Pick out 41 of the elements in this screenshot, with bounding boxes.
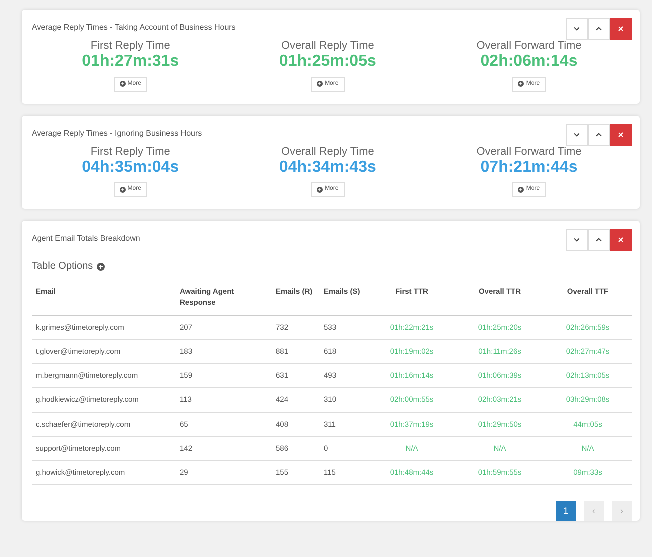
table-options-label: Table Options (32, 260, 94, 274)
chevron-down-icon (573, 25, 581, 33)
expand-button[interactable] (588, 18, 610, 40)
chevron-down-icon (573, 236, 581, 244)
stat-label: First Reply Time (90, 40, 170, 54)
close-button[interactable] (610, 229, 632, 252)
close-icon (617, 130, 625, 139)
plus-icon (97, 262, 106, 271)
plus-icon (120, 81, 126, 88)
chevron-up-icon (595, 25, 603, 33)
stat-value: 04h:35m:04s (82, 158, 180, 178)
stat-label: Overall Forward Time (476, 40, 582, 54)
page-button[interactable]: 1 (556, 501, 576, 522)
stat-label: First Reply Time (90, 146, 170, 159)
close-icon (617, 236, 625, 244)
panel-title: Agent Email Totals Breakdown (32, 233, 140, 246)
plus-icon (317, 81, 324, 88)
collapse-button[interactable] (566, 18, 588, 40)
panel-title: Average Reply Times - Taking Account of Business Hours (32, 22, 236, 34)
close-button[interactable] (610, 18, 632, 40)
stat-label: Overall Reply Time (281, 40, 374, 54)
stat-value: 01h:27m:31s (82, 53, 180, 72)
close-icon (617, 25, 625, 33)
stat-label: Overall Forward Time (476, 146, 582, 159)
chevron-up-icon (595, 130, 603, 139)
plus-icon (518, 81, 524, 88)
plus-icon (317, 186, 324, 193)
stat-value: 07h:21m:44s (480, 158, 578, 178)
panel-title: Average Reply Times - Ignoring Business Hours (32, 128, 202, 140)
stat-label: Overall Reply Time (281, 146, 374, 159)
stat-value: 04h:34m:43s (279, 158, 376, 178)
plus-icon (518, 186, 524, 193)
table-options-toggle[interactable] (97, 262, 106, 271)
stat-value: 01h:25m:05s (279, 53, 376, 72)
chevron-down-icon (573, 130, 581, 139)
stat-value: 02h:06m:14s (480, 53, 578, 72)
plus-icon (120, 186, 126, 193)
collapse-button[interactable] (566, 124, 588, 146)
close-button[interactable] (610, 124, 632, 146)
collapse-button[interactable] (566, 229, 588, 252)
chevron-up-icon (595, 236, 603, 244)
